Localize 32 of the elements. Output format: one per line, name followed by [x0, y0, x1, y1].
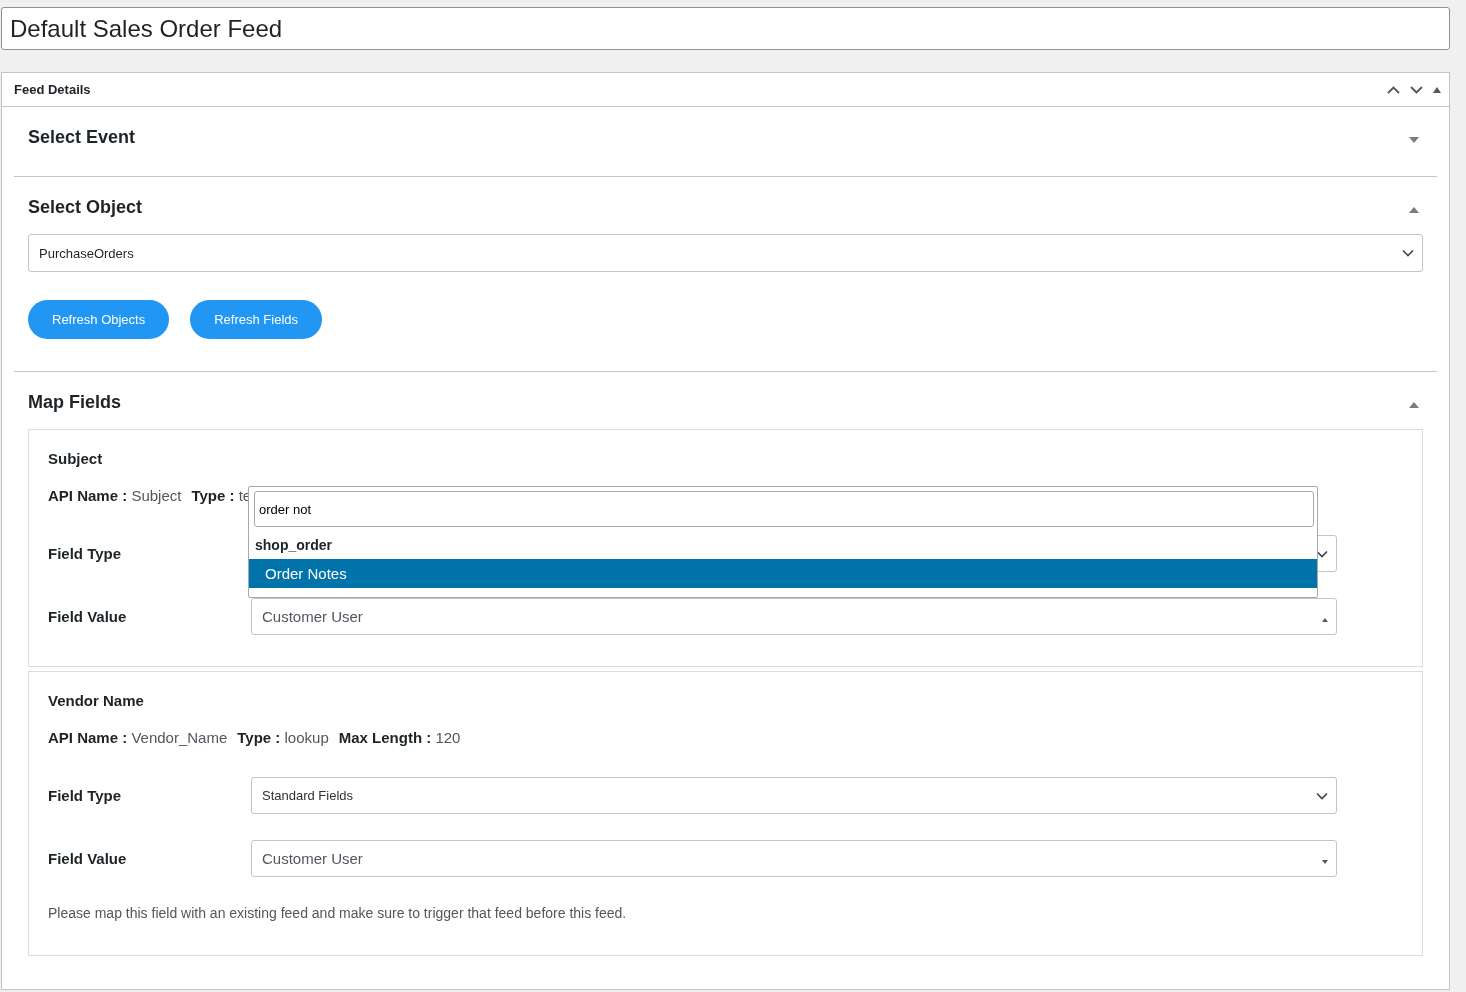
- chevron-down-icon[interactable]: [1410, 85, 1423, 94]
- field-label: Field Type: [48, 787, 123, 804]
- field-meta: API Name : Subject: [48, 487, 182, 504]
- title-field[interactable]: Default Sales Order Feed: [1, 7, 1450, 50]
- field-note: Please map this field with an existing feed and make sure to trigger that feed before this feed.: [48, 905, 628, 921]
- field-label: Field Value: [48, 608, 128, 625]
- caret-icon[interactable]: [1409, 401, 1419, 408]
- field-value-select[interactable]: Customer User: [251, 840, 1337, 877]
- section-title: Select Event: [28, 127, 136, 148]
- field-label: Field Value: [48, 850, 128, 867]
- option-group-label: shop_order: [254, 536, 333, 555]
- field-meta: Max Length : 120: [338, 729, 461, 746]
- dropdown-option[interactable]: Order Notes: [249, 559, 1317, 588]
- chevron-down-icon: [1402, 249, 1414, 257]
- field-name: Subject: [48, 450, 104, 467]
- collapse-triangle-icon[interactable]: [1433, 86, 1441, 93]
- chevron-up-icon[interactable]: [1387, 85, 1400, 94]
- field-meta: API Name : Vendor_Name: [48, 729, 228, 746]
- object-select[interactable]: PurchaseOrders: [28, 234, 1423, 272]
- field-type-select[interactable]: Standard Fields: [251, 777, 1337, 814]
- select-value: Standard Fields: [262, 788, 354, 803]
- dropdown-search-field[interactable]: order not: [254, 491, 1314, 527]
- field-meta: Type : lookup: [237, 729, 329, 746]
- caret-icon[interactable]: [1409, 136, 1419, 143]
- field-name: Vendor Name: [48, 692, 145, 709]
- caret-icon[interactable]: [1409, 206, 1419, 213]
- section-title: Map Fields: [28, 392, 121, 413]
- section-title: Select Object: [28, 197, 143, 218]
- chevron-down-icon: [1316, 791, 1328, 800]
- field-label: Field Type: [48, 545, 123, 562]
- field-value-select[interactable]: Customer User: [251, 598, 1337, 635]
- panel-title: Feed Details: [14, 82, 92, 97]
